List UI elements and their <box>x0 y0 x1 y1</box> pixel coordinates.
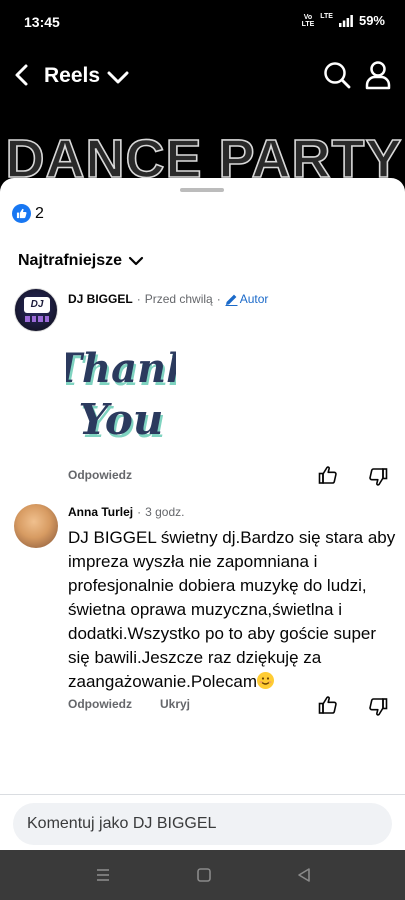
svg-text:Thank: Thank <box>66 345 176 392</box>
comment-header: Anna Turlej · 3 godz. <box>68 505 185 519</box>
status-icons: Vo LTE LTE 59% <box>302 13 385 28</box>
lte-indicator: LTE <box>320 13 333 20</box>
comment-author[interactable]: DJ BIGGEL <box>68 292 133 306</box>
comment-text: DJ BIGGEL świetny dj.Bardzo się stara ab… <box>68 528 396 691</box>
back-icon[interactable] <box>295 866 313 884</box>
recent-apps-icon[interactable] <box>94 866 112 884</box>
comment-time: 3 godz. <box>145 505 185 519</box>
thumbs-up-icon[interactable] <box>318 465 338 485</box>
profile-icon[interactable] <box>364 60 392 90</box>
signal-icon <box>338 14 353 27</box>
reply-button[interactable]: Odpowiedz <box>68 468 132 482</box>
thank-you-sticker[interactable]: Thank Thank You You <box>66 314 176 452</box>
back-arrow-icon[interactable] <box>12 62 32 88</box>
pencil-icon <box>225 294 238 306</box>
reaction-count: 2 <box>35 204 44 222</box>
svg-text:You: You <box>79 395 164 444</box>
reels-title[interactable]: Reels <box>44 64 100 88</box>
comment-input[interactable]: Komentuj jako DJ BIGGEL <box>13 803 392 845</box>
sort-dropdown[interactable]: Najtrafniejsze <box>18 252 144 270</box>
thumbs-down-icon[interactable] <box>368 697 388 717</box>
comments-sheet: 2 Najtrafniejsze DJ DJ BIGGEL · Przed ch… <box>0 178 405 850</box>
drag-handle[interactable] <box>180 188 224 192</box>
reels-header: Reels <box>0 46 405 106</box>
status-bar: 13:45 Vo LTE LTE 59% <box>0 0 405 46</box>
comment-header: DJ BIGGEL · Przed chwilą · Autor <box>68 292 269 306</box>
reply-button[interactable]: Odpowiedz <box>68 697 132 711</box>
chevron-down-icon[interactable] <box>106 68 130 86</box>
thumbs-up-icon[interactable] <box>318 695 338 715</box>
volte-indicator: Vo LTE <box>301 13 315 28</box>
avatar[interactable]: DJ <box>14 288 58 332</box>
author-badge: Autor <box>225 292 268 306</box>
chevron-down-icon <box>128 256 144 266</box>
dj-logo: DJ <box>24 297 50 313</box>
smiling-face-icon <box>257 672 275 689</box>
home-icon[interactable] <box>195 866 213 884</box>
battery-percent: 59% <box>358 13 385 28</box>
comment-actions: Odpowiedz Ukryj <box>68 697 190 711</box>
status-time: 13:45 <box>24 14 60 30</box>
avatar[interactable] <box>14 504 58 548</box>
sort-label: Najtrafniejsze <box>18 252 123 269</box>
like-reaction-icon <box>12 204 31 223</box>
thumbs-down-icon[interactable] <box>368 467 388 487</box>
search-icon[interactable] <box>323 61 351 89</box>
reactions-summary[interactable]: 2 <box>12 204 44 223</box>
system-navigation-bar <box>0 850 405 900</box>
hide-button[interactable]: Ukryj <box>160 697 190 711</box>
comment-actions: Odpowiedz <box>68 468 132 482</box>
comment-time: Przed chwilą <box>144 292 213 306</box>
comment-composer-bar: Komentuj jako DJ BIGGEL <box>0 794 405 850</box>
comment-author[interactable]: Anna Turlej <box>68 505 133 519</box>
